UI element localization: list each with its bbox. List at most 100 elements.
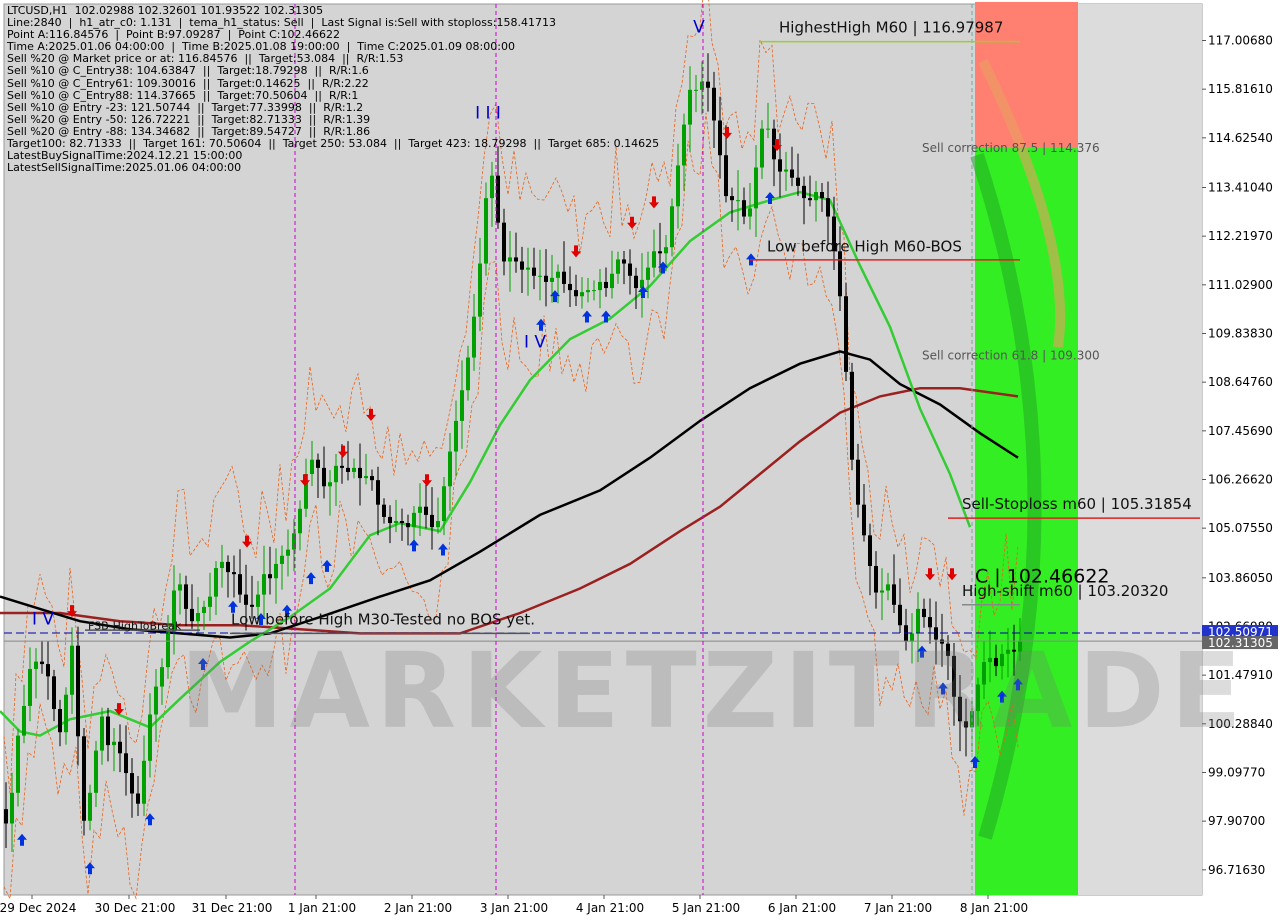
y-tick-label: 103.86050 (1208, 571, 1273, 585)
candle-body (340, 465, 344, 468)
candle-body (802, 185, 806, 199)
candle-body (280, 555, 284, 564)
info-line: LatestSellSignalTime:2025.01.06 04:00:00 (7, 161, 242, 175)
candle-body (400, 521, 404, 524)
candle-body (70, 645, 74, 695)
candle-body (760, 128, 764, 168)
candle-body (316, 459, 320, 468)
candle-body (826, 198, 830, 217)
candle-body (856, 459, 860, 505)
candle-body (106, 716, 110, 746)
level-label: Low before High M60-BOS (767, 237, 962, 255)
correction-label: Sell correction 61.8 | 109.300 (922, 348, 1100, 362)
candle-body (520, 261, 524, 270)
candle-body (922, 608, 926, 618)
candle-body (766, 128, 770, 130)
candle-body (652, 251, 656, 268)
candle-body (796, 177, 800, 186)
candle (82, 727, 86, 836)
candle-body (268, 574, 272, 579)
x-tick-label: 1 Jan 21:00 (288, 901, 356, 915)
x-tick-label: 5 Jan 21:00 (672, 901, 740, 915)
candle-body (100, 716, 104, 751)
x-tick-label: 2 Jan 21:00 (384, 901, 452, 915)
candle-body (76, 645, 80, 737)
watermark: MARKETZITRADE (180, 630, 1248, 752)
candle-body (622, 259, 626, 264)
candle-body (388, 516, 392, 524)
candle-body (592, 290, 596, 292)
candle-body (718, 120, 722, 156)
candle-body (370, 476, 374, 481)
candle-body (244, 594, 248, 605)
candle-body (286, 549, 290, 556)
level-label: FSB-HighToBreak (88, 619, 182, 632)
y-tick-label: 96.71630 (1208, 863, 1265, 877)
candle-body (232, 572, 236, 575)
y-tick-label: 109.83830 (1208, 326, 1273, 340)
candle-body (352, 467, 356, 472)
candle-body (808, 198, 812, 201)
wave-label: V (693, 18, 705, 38)
candle-body (508, 257, 512, 262)
point-c-label: C | 102.46622 (975, 565, 1110, 587)
candle-body (16, 735, 20, 793)
candle-body (850, 371, 854, 460)
candle-body (262, 574, 266, 595)
candle-body (34, 661, 38, 669)
candle-body (820, 192, 824, 199)
candle-body (364, 476, 368, 479)
x-tick-label: 6 Jan 21:00 (768, 901, 836, 915)
candle-body (610, 273, 614, 289)
candle-body (22, 705, 26, 736)
candle-body (538, 275, 542, 277)
candle-body (724, 155, 728, 197)
y-tick-label: 114.62540 (1208, 131, 1273, 145)
candle-body (556, 271, 560, 278)
candle-body (58, 709, 62, 733)
candle-body (442, 486, 446, 522)
candle-body (472, 316, 476, 358)
candle-body (184, 584, 188, 609)
candle-body (88, 792, 92, 821)
candle-body (862, 504, 866, 536)
candle-body (202, 606, 206, 613)
candle-body (544, 275, 548, 282)
candle-body (136, 793, 140, 804)
candle-body (250, 604, 254, 607)
candle-body (10, 792, 14, 824)
candle-body (814, 192, 818, 201)
x-tick-label: 8 Jan 21:00 (960, 901, 1028, 915)
candle-body (694, 89, 698, 91)
candle-body (490, 175, 494, 199)
candle-body (628, 263, 632, 276)
candle-body (214, 568, 218, 597)
candle-body (706, 81, 710, 88)
candle-body (880, 590, 884, 593)
candle-body (550, 277, 554, 282)
candle-body (418, 506, 422, 513)
candle-body (928, 617, 932, 628)
candle-body (892, 584, 896, 605)
candle-body (604, 281, 608, 289)
candle-body (460, 390, 464, 421)
info-line: Sell %10 @ C_Entry38: 104.63847 || Targe… (7, 64, 369, 78)
candle-body (484, 198, 488, 264)
candle-body (682, 124, 686, 166)
y-tick-label: 105.07550 (1208, 521, 1273, 535)
candle-body (406, 523, 410, 528)
info-panel: LTCUSD,H1 102.02988 102.32601 101.93522 … (7, 4, 659, 175)
candle-body (838, 251, 842, 297)
candle-body (562, 271, 566, 284)
y-tick-label: 111.02900 (1208, 278, 1273, 292)
candle-body (346, 467, 350, 472)
candle-body (448, 451, 452, 487)
candle-body (112, 741, 116, 746)
candle-body (778, 159, 782, 172)
candle-body (496, 175, 500, 223)
candle-body (598, 281, 602, 291)
candle-body (412, 512, 416, 528)
candle-body (502, 222, 506, 262)
candle-body (436, 521, 440, 528)
candle-body (514, 257, 518, 262)
